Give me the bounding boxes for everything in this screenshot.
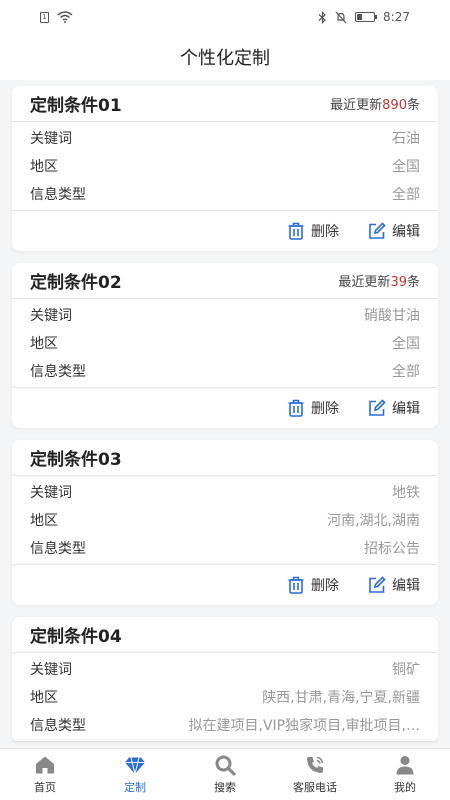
status-time: 8:27 (383, 10, 410, 24)
tab-phone[interactable]: 客服电话 (270, 749, 360, 800)
info-type-row: 信息类型 拟在建项目,VIP独家项目,审批项目,… (30, 718, 420, 734)
sim-card-icon: 1 (40, 11, 49, 23)
edit-icon (369, 576, 386, 593)
card-title: 定制条件03 (30, 450, 122, 470)
info-type-row: 信息类型 全部 (30, 364, 420, 380)
status-bar: 1 8:27 (0, 0, 450, 34)
condition-card: 定制条件03 关键词 地铁 地区 河南,湖北,湖南 信息类型 招标公告 删除 编辑 (12, 440, 438, 605)
page-header: 个性化定制 (0, 34, 450, 80)
card-body: 关键词 铜矿 地区 陕西,甘肃,青海,宁夏,新疆 信息类型 拟在建项目,VIP独家项目… (12, 653, 438, 742)
tab-search[interactable]: 搜索 (180, 749, 270, 800)
bluetooth-icon (318, 10, 326, 24)
card-body: 关键词 硝酸甘油 地区 全国 信息类型 全部 (12, 299, 438, 388)
condition-card: 定制条件01 最近更新890条 关键词 石油 地区 全国 信息类型 全部 删除 编辑 (12, 86, 438, 251)
delete-button[interactable]: 删除 (286, 221, 339, 241)
card-body: 关键词 地铁 地区 河南,湖北,湖南 信息类型 招标公告 (12, 476, 438, 565)
keyword-row: 关键词 石油 (30, 131, 420, 147)
keyword-row: 关键词 铜矿 (30, 662, 420, 678)
update-count: 最近更新39条 (338, 275, 420, 290)
edit-button[interactable]: 编辑 (367, 575, 420, 595)
tab-custom[interactable]: 定制 (90, 749, 180, 800)
edit-icon (369, 222, 386, 239)
trash-icon (288, 222, 304, 240)
phone-icon (307, 756, 324, 773)
card-header: 定制条件01 最近更新890条 (12, 86, 438, 122)
card-header: 定制条件02 最近更新39条 (12, 263, 438, 299)
tab-mine[interactable]: 我的 (360, 749, 450, 800)
update-count: 最近更新890条 (330, 98, 420, 113)
bottom-tab-bar: 首页 定制 搜索 客服电话 我的 (0, 748, 450, 800)
region-row: 地区 全国 (30, 336, 420, 352)
region-row: 地区 陕西,甘肃,青海,宁夏,新疆 (30, 690, 420, 706)
edit-button[interactable]: 编辑 (367, 221, 420, 241)
keyword-row: 关键词 硝酸甘油 (30, 308, 420, 324)
card-title: 定制条件02 (30, 273, 122, 293)
card-title: 定制条件04 (30, 627, 122, 647)
trash-icon (288, 399, 304, 417)
info-type-row: 信息类型 全部 (30, 187, 420, 203)
info-type-row: 信息类型 招标公告 (30, 541, 420, 557)
tab-home[interactable]: 首页 (0, 749, 90, 800)
edit-button[interactable]: 编辑 (367, 398, 420, 418)
user-icon (396, 756, 414, 775)
mute-bell-icon (335, 11, 347, 23)
delete-button[interactable]: 删除 (286, 398, 339, 418)
delete-button[interactable]: 删除 (286, 575, 339, 595)
status-left: 1 (40, 11, 73, 23)
diamond-icon (125, 757, 145, 775)
home-icon (36, 756, 54, 774)
condition-card: 定制条件02 最近更新39条 关键词 硝酸甘油 地区 全国 信息类型 全部 删除 编辑 (12, 263, 438, 428)
card-header: 定制条件03 (12, 440, 438, 476)
page-title: 个性化定制 (180, 48, 270, 69)
trash-icon (288, 576, 304, 594)
card-actions: 删除 编辑 (12, 388, 438, 428)
card-actions: 删除 编辑 (12, 565, 438, 605)
keyword-row: 关键词 地铁 (30, 485, 420, 501)
region-row: 地区 河南,湖北,湖南 (30, 513, 420, 529)
card-title: 定制条件01 (30, 96, 122, 116)
search-icon (215, 755, 236, 776)
card-header: 定制条件04 (12, 617, 438, 653)
edit-icon (369, 399, 386, 416)
region-row: 地区 全国 (30, 159, 420, 175)
status-right: 8:27 (318, 10, 410, 24)
wifi-icon (57, 11, 73, 23)
card-body: 关键词 石油 地区 全国 信息类型 全部 (12, 122, 438, 211)
condition-card: 定制条件04 关键词 铜矿 地区 陕西,甘肃,青海,宁夏,新疆 信息类型 拟在建项目,… (12, 617, 438, 742)
condition-list[interactable]: 定制条件01 最近更新890条 关键词 石油 地区 全国 信息类型 全部 删除 编辑 … (0, 86, 450, 748)
battery-icon (355, 12, 378, 22)
card-actions: 删除 编辑 (12, 211, 438, 251)
